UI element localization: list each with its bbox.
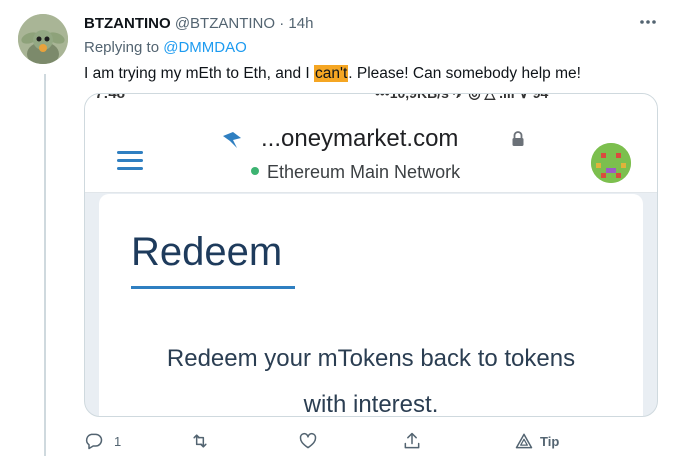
network-indicator: Ethereum Main Network <box>251 160 460 184</box>
redeem-card: Redeem Redeem your mTokens back to token… <box>99 194 643 417</box>
reply-icon <box>85 433 103 450</box>
tip-label: Tip <box>540 433 560 449</box>
tweet-text-part: . Please! Can somebody help me! <box>348 65 581 82</box>
status-indicators: •••10,9KB/s ✈ ◎ △ .ıll ⊽ 94 <box>375 94 548 102</box>
phone-status-bar: 7:48 •••10,9KB/s ✈ ◎ △ .ıll ⊽ 94 <box>85 94 657 104</box>
lock-icon <box>512 131 524 146</box>
replying-to-mention[interactable]: @DMMDAO <box>163 39 247 56</box>
hamburger-menu-icon <box>117 151 143 171</box>
reply-count: 1 <box>114 433 122 449</box>
tweet-text: I am trying my mEth to Eth, and I can't.… <box>84 63 581 85</box>
title-underline <box>131 286 295 289</box>
heart-icon <box>299 432 317 449</box>
user-handle[interactable]: @BTZANTINO <box>175 15 275 32</box>
highlighted-word: can't <box>314 65 349 82</box>
display-name[interactable]: BTZANTINO <box>84 15 171 32</box>
account-avatar-icon <box>591 143 631 183</box>
tip-button[interactable]: Tip <box>514 428 559 454</box>
replying-to: Replying to @DMMDAO <box>84 38 247 58</box>
thread-connector-line <box>44 74 46 456</box>
avatar-image <box>18 14 68 64</box>
separator-dot: · <box>279 15 285 32</box>
retweet-icon <box>193 434 207 448</box>
description-line: Redeem your mTokens back to tokens <box>166 345 576 372</box>
reply-button[interactable]: 1 <box>84 428 121 454</box>
share-icon <box>404 432 420 449</box>
replying-to-label: Replying to <box>84 39 160 56</box>
network-status-dot <box>251 167 259 176</box>
browser-app-bar: ...oneymarket.com Ethereum Main Network <box>85 104 657 193</box>
redeem-description: Redeem your mTokens back to tokens with … <box>119 336 623 417</box>
redeem-title: Redeem <box>131 230 283 274</box>
timestamp[interactable]: 14h <box>288 15 313 32</box>
more-options-button[interactable] <box>636 12 660 32</box>
network-name: Ethereum Main Network <box>267 162 461 182</box>
site-url: ...oneymarket.com <box>261 125 459 152</box>
avatar[interactable] <box>18 14 68 64</box>
tweet-media-image[interactable]: 7:48 •••10,9KB/s ✈ ◎ △ .ıll ⊽ 94 ...oney… <box>84 93 658 417</box>
tweet-text-part: I am trying my mEth to Eth, and I <box>84 65 315 82</box>
description-line: with interest. <box>303 391 439 417</box>
status-time: 7:48 <box>95 94 125 102</box>
site-logo-icon <box>223 132 241 148</box>
share-button[interactable] <box>402 428 422 454</box>
tweet-actions: 1 Tip <box>84 428 664 454</box>
tweet-header: BTZANTINO @BTZANTINO · 14h <box>84 14 313 34</box>
more-horizontal-icon <box>640 20 656 24</box>
retweet-button[interactable] <box>190 428 210 454</box>
like-button[interactable] <box>298 428 318 454</box>
tip-icon <box>515 433 533 449</box>
